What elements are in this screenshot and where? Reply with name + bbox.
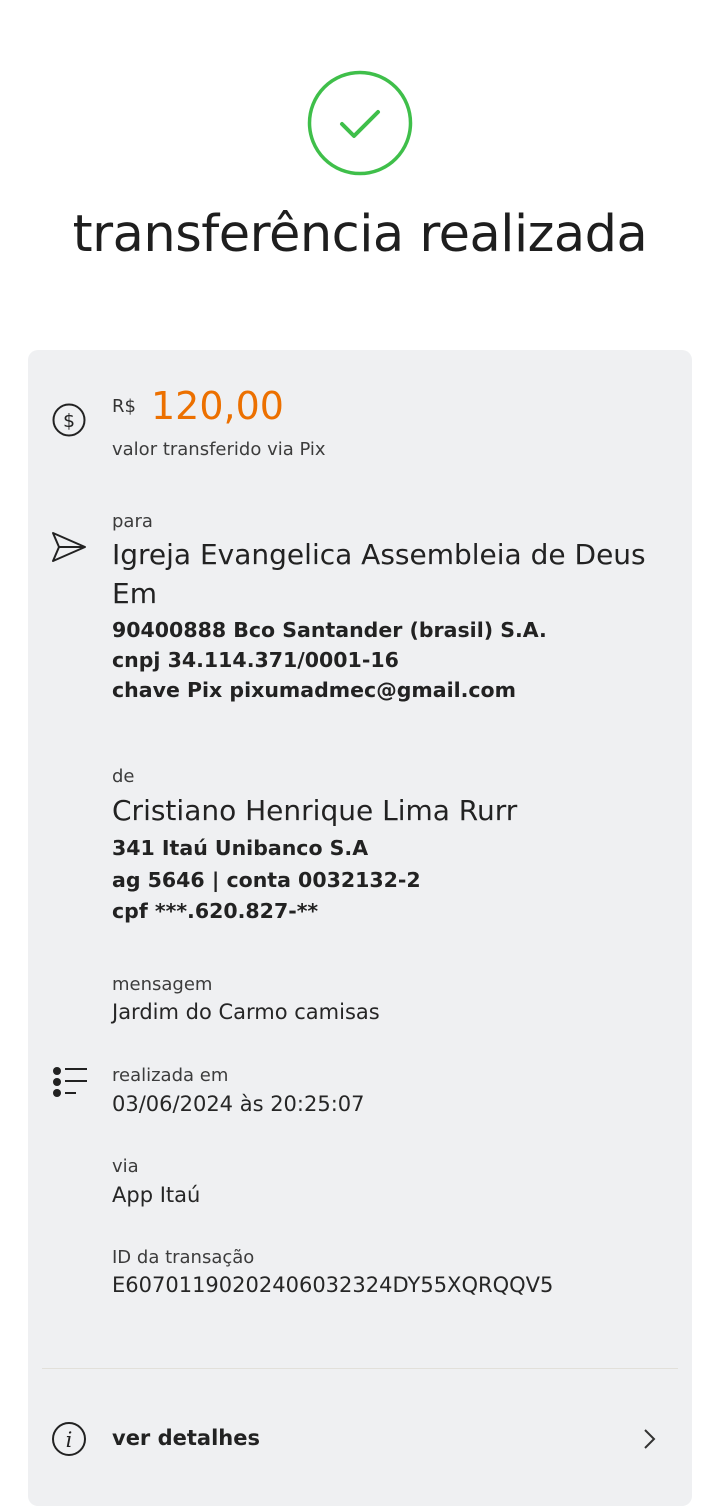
currency-symbol: R$	[112, 396, 136, 417]
recipient-bank: 90400888 Bco Santander (brasil) S.A.	[112, 618, 547, 642]
message-label: mensagem	[112, 974, 213, 995]
list-icon	[53, 1067, 87, 1097]
via-value: App Itaú	[112, 1183, 201, 1207]
sender-bank: 341 Itaú Unibanco S.A	[112, 836, 369, 860]
amount-caption: valor transferido via Pix	[112, 439, 326, 460]
svg-text:i: i	[66, 1428, 73, 1452]
message-value: Jardim do Carmo camisas	[112, 1000, 380, 1024]
transaction-id-label: ID da transação	[112, 1247, 255, 1268]
view-details-label: ver detalhes	[112, 1426, 260, 1450]
recipient-pix-key: chave Pix pixumadmec@gmail.com	[112, 678, 517, 702]
recipient-label: para	[112, 511, 153, 532]
recipient-document: cnpj 34.114.371/0001-16	[112, 648, 399, 672]
date-label: realizada em	[112, 1065, 229, 1086]
transfer-receipt-card: $ R$ 120,00 valor transferido via Pix pa…	[28, 350, 692, 1506]
chevron-right-icon	[644, 1429, 656, 1449]
svg-text:$: $	[63, 410, 75, 432]
check-circle-icon	[307, 70, 413, 176]
send-icon	[52, 532, 86, 562]
view-details-button[interactable]: i ver detalhes	[28, 1390, 692, 1486]
divider	[42, 1368, 678, 1369]
dollar-circle-icon: $	[52, 403, 86, 437]
sender-account: ag 5646 | conta 0032132-2	[112, 868, 421, 892]
transaction-id-value: E60701190202406032324DY55XQRQQV5	[112, 1273, 554, 1297]
transfer-amount: 120,00	[151, 384, 284, 428]
date-value: 03/06/2024 às 20:25:07	[112, 1092, 365, 1116]
via-label: via	[112, 1156, 139, 1177]
info-icon: i	[52, 1422, 86, 1456]
sender-label: de	[112, 766, 135, 787]
sender-document: cpf ***.620.827-**	[112, 899, 319, 923]
sender-name: Cristiano Henrique Lima Rurr	[112, 794, 518, 827]
page-title: transferência realizada	[72, 205, 648, 264]
recipient-name-line1: Igreja Evangelica Assembleia de Deus	[112, 538, 646, 571]
recipient-name-line2: Em	[112, 577, 157, 610]
